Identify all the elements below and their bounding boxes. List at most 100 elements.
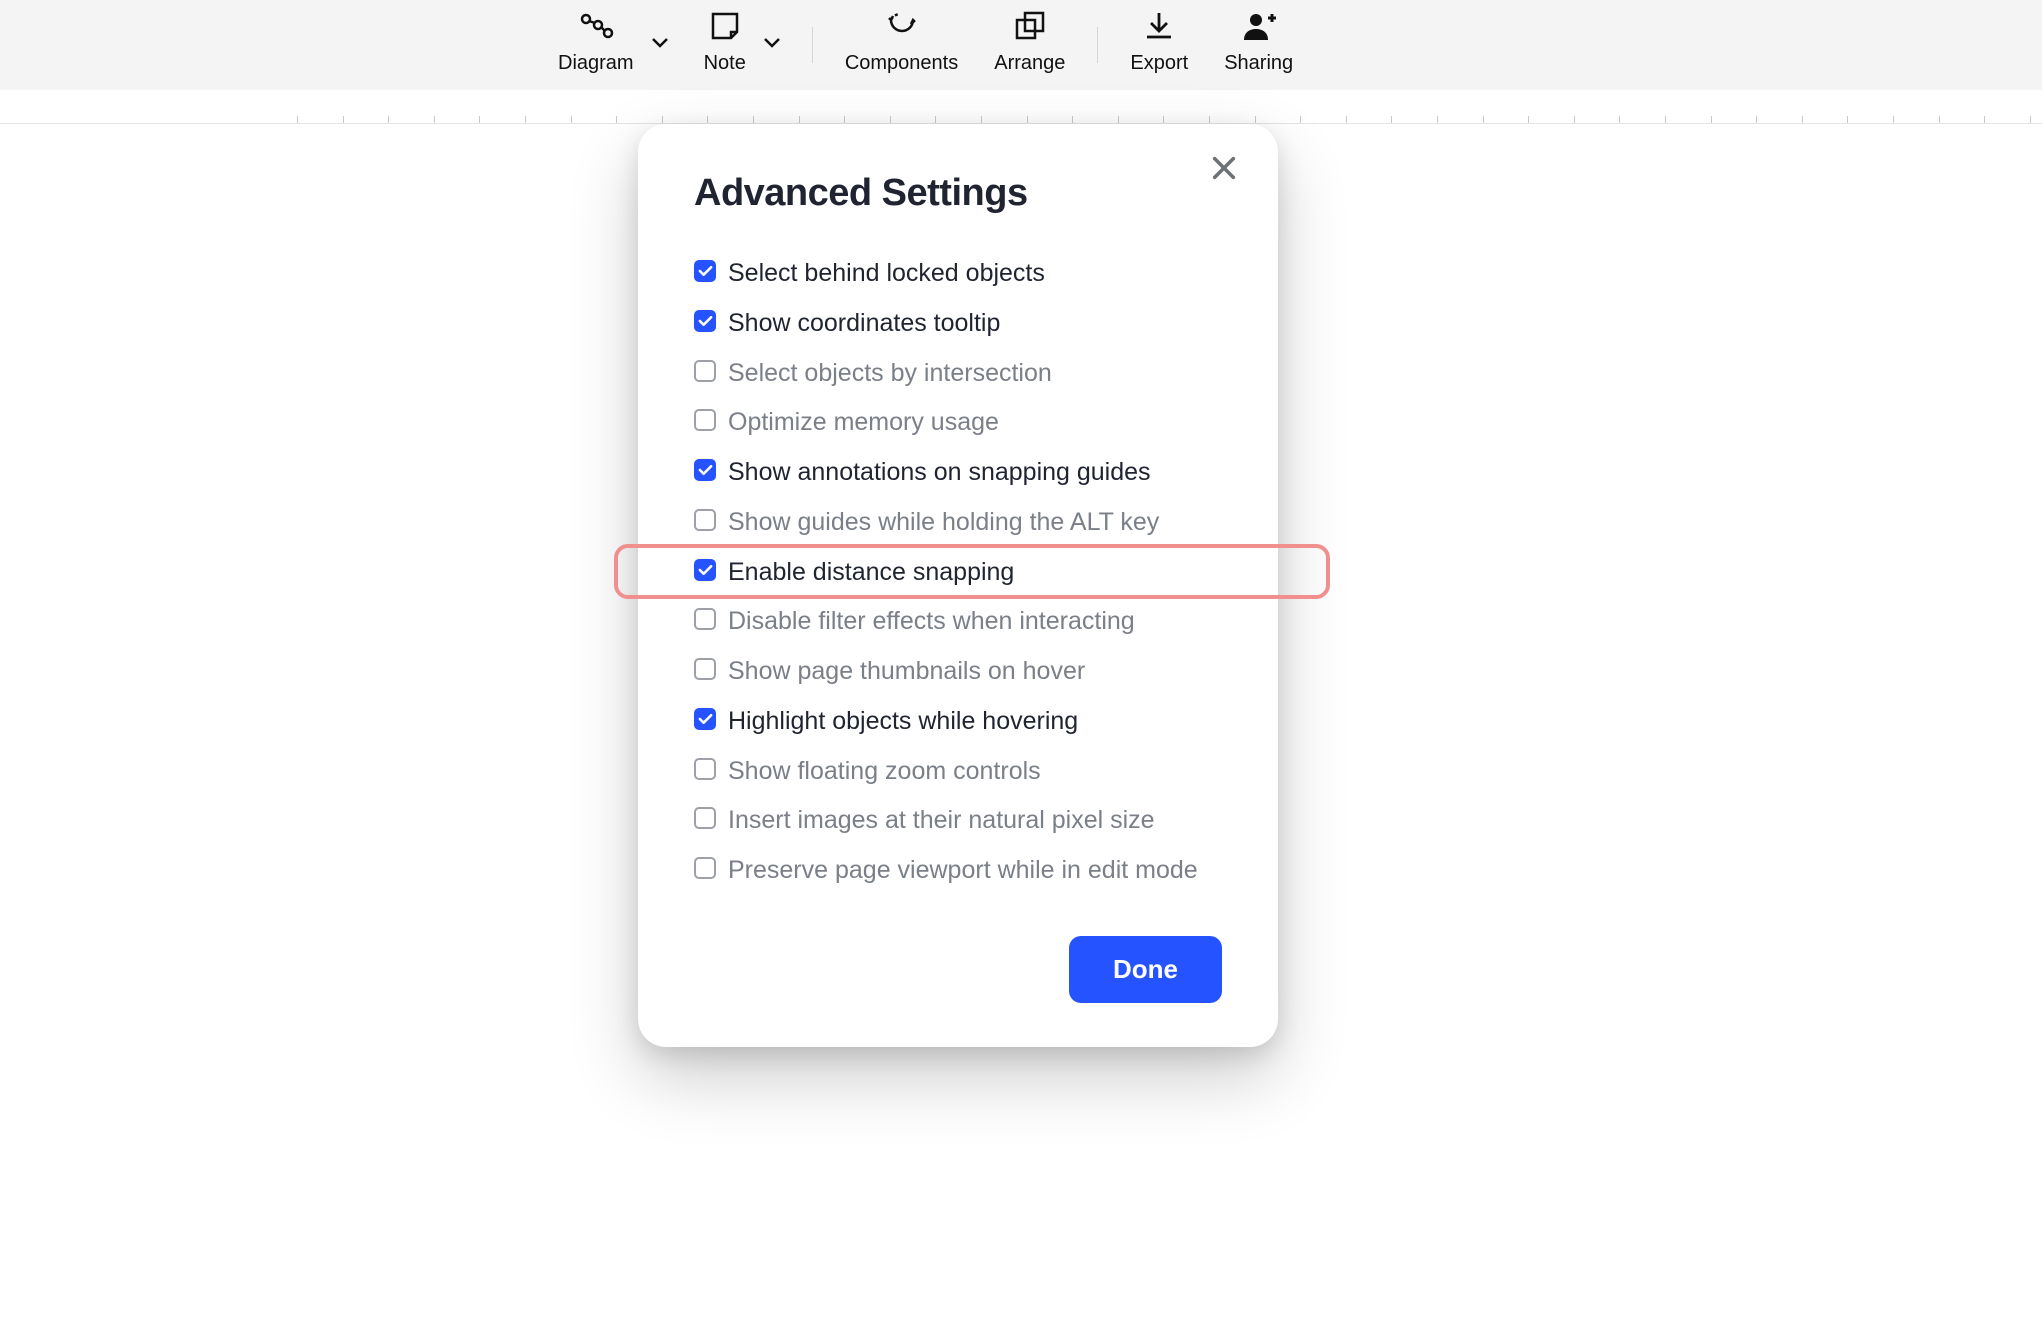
ruler-tick-minor xyxy=(890,116,891,123)
export-icon xyxy=(1144,6,1174,46)
ruler-tick-minor xyxy=(1847,116,1848,123)
toolbar-separator xyxy=(812,27,813,63)
checkbox-highlight-hover[interactable] xyxy=(694,708,716,730)
checkbox-select-by-intersection[interactable] xyxy=(694,360,716,382)
canvas-area[interactable]: Advanced Settings Select behind locked o… xyxy=(0,124,2042,1334)
checkbox-show-coords-tooltip[interactable] xyxy=(694,310,716,332)
option-disable-filter-effects[interactable]: Disable filter effects when interacting xyxy=(694,597,1222,647)
ruler-tick-minor xyxy=(799,116,800,123)
toolbar-arrange[interactable]: Arrange xyxy=(976,6,1083,85)
checkbox-floating-zoom[interactable] xyxy=(694,758,716,780)
option-label: Show annotations on snapping guides xyxy=(728,456,1151,490)
ruler-tick-minor xyxy=(935,116,936,123)
toolbar-components-label: Components xyxy=(845,52,958,75)
toolbar-export-label: Export xyxy=(1130,52,1188,75)
ruler-tick-minor xyxy=(1300,116,1301,123)
option-select-behind-locked[interactable]: Select behind locked objects xyxy=(694,249,1222,299)
toolbar-sharing-label: Sharing xyxy=(1224,52,1293,75)
option-optimize-memory[interactable]: Optimize memory usage xyxy=(694,398,1222,448)
components-icon xyxy=(885,6,919,46)
ruler-tick-minor xyxy=(1209,116,1210,123)
checkbox-preserve-viewport[interactable] xyxy=(694,857,716,879)
ruler-tick-minor xyxy=(662,116,663,123)
ruler-tick-minor xyxy=(388,116,389,123)
option-label: Select objects by intersection xyxy=(728,357,1052,391)
checkbox-show-snap-annotations[interactable] xyxy=(694,459,716,481)
checkbox-natural-pixel-images[interactable] xyxy=(694,807,716,829)
option-label: Show floating zoom controls xyxy=(728,755,1041,789)
close-button[interactable] xyxy=(1210,154,1242,186)
checkbox-optimize-memory[interactable] xyxy=(694,409,716,431)
option-label: Show guides while holding the ALT key xyxy=(728,506,1159,540)
ruler-tick-minor xyxy=(981,116,982,123)
toolbar-note-label: Note xyxy=(704,52,746,75)
option-label: Insert images at their natural pixel siz… xyxy=(728,804,1155,838)
ruler-tick-minor xyxy=(1711,116,1712,123)
ruler-tick-minor xyxy=(297,116,298,123)
toolbar-diagram-label: Diagram xyxy=(558,52,634,75)
checkbox-select-behind-locked[interactable] xyxy=(694,260,716,282)
option-preserve-viewport[interactable]: Preserve page viewport while in edit mod… xyxy=(694,846,1222,896)
ruler-tick-minor xyxy=(844,116,845,123)
option-floating-zoom[interactable]: Show floating zoom controls xyxy=(694,747,1222,797)
ruler-tick-minor xyxy=(1391,116,1392,123)
ruler-tick-minor xyxy=(1619,116,1620,123)
ruler-tick-minor xyxy=(616,116,617,123)
ruler-tick-minor xyxy=(1574,116,1575,123)
option-show-snap-annotations[interactable]: Show annotations on snapping guides xyxy=(694,448,1222,498)
checkbox-distance-snapping[interactable] xyxy=(694,559,716,581)
checkbox-alt-guides[interactable] xyxy=(694,509,716,531)
option-show-coords-tooltip[interactable]: Show coordinates tooltip xyxy=(694,299,1222,349)
ruler-tick-minor xyxy=(707,116,708,123)
toolbar-diagram-caret[interactable] xyxy=(652,38,686,66)
done-button[interactable]: Done xyxy=(1069,936,1222,1003)
sharing-icon xyxy=(1242,6,1276,46)
ruler-tick-minor xyxy=(343,116,344,123)
option-label: Select behind locked objects xyxy=(728,257,1045,291)
option-label: Show coordinates tooltip xyxy=(728,307,1000,341)
options-list: Select behind locked objects Show coordin… xyxy=(694,249,1222,896)
option-label: Disable filter effects when interacting xyxy=(728,605,1135,639)
option-select-by-intersection[interactable]: Select objects by intersection xyxy=(694,349,1222,399)
toolbar-separator xyxy=(1097,27,1098,63)
ruler-tick-minor xyxy=(1255,116,1256,123)
ruler xyxy=(0,90,2042,124)
toolbar-components[interactable]: Components xyxy=(827,6,976,85)
toolbar-note-caret[interactable] xyxy=(764,38,798,66)
ruler-tick-minor xyxy=(1528,116,1529,123)
option-page-thumbnails-hover[interactable]: Show page thumbnails on hover xyxy=(694,647,1222,697)
ruler-tick-minor xyxy=(1027,116,1028,123)
checkbox-disable-filter-effects[interactable] xyxy=(694,608,716,630)
option-natural-pixel-images[interactable]: Insert images at their natural pixel siz… xyxy=(694,796,1222,846)
ruler-tick-minor xyxy=(479,116,480,123)
toolbar-note[interactable]: Note xyxy=(686,6,764,85)
arrange-icon xyxy=(1013,6,1047,46)
ruler-tick-minor xyxy=(1118,116,1119,123)
option-label: Show page thumbnails on hover xyxy=(728,655,1085,689)
ruler-tick-minor xyxy=(1483,116,1484,123)
option-label: Highlight objects while hovering xyxy=(728,705,1078,739)
checkbox-page-thumbnails-hover[interactable] xyxy=(694,658,716,680)
option-alt-guides[interactable]: Show guides while holding the ALT key xyxy=(694,498,1222,548)
option-label: Preserve page viewport while in edit mod… xyxy=(728,854,1198,888)
diagram-icon xyxy=(578,6,614,46)
option-distance-snapping[interactable]: Enable distance snapping xyxy=(694,548,1222,598)
advanced-settings-dialog: Advanced Settings Select behind locked o… xyxy=(638,124,1278,1047)
ruler-tick-minor xyxy=(2030,116,2031,123)
toolbar-sharing[interactable]: Sharing xyxy=(1206,6,1311,85)
ruler-tick-minor xyxy=(1346,116,1347,123)
ruler-tick-minor xyxy=(1756,116,1757,123)
ruler-tick-minor xyxy=(753,116,754,123)
toolbar-diagram[interactable]: Diagram xyxy=(540,6,652,85)
dialog-footer: Done xyxy=(694,936,1222,1003)
option-label: Optimize memory usage xyxy=(728,406,999,440)
ruler-tick-minor xyxy=(1437,116,1438,123)
toolbar: Diagram Note Components xyxy=(0,0,2042,90)
ruler-tick-minor xyxy=(1939,116,1940,123)
toolbar-export[interactable]: Export xyxy=(1112,6,1206,85)
ruler-tick-minor xyxy=(434,116,435,123)
ruler-tick-minor xyxy=(571,116,572,123)
option-highlight-hover[interactable]: Highlight objects while hovering xyxy=(694,697,1222,747)
option-label: Enable distance snapping xyxy=(728,556,1014,590)
ruler-tick-minor xyxy=(525,116,526,123)
